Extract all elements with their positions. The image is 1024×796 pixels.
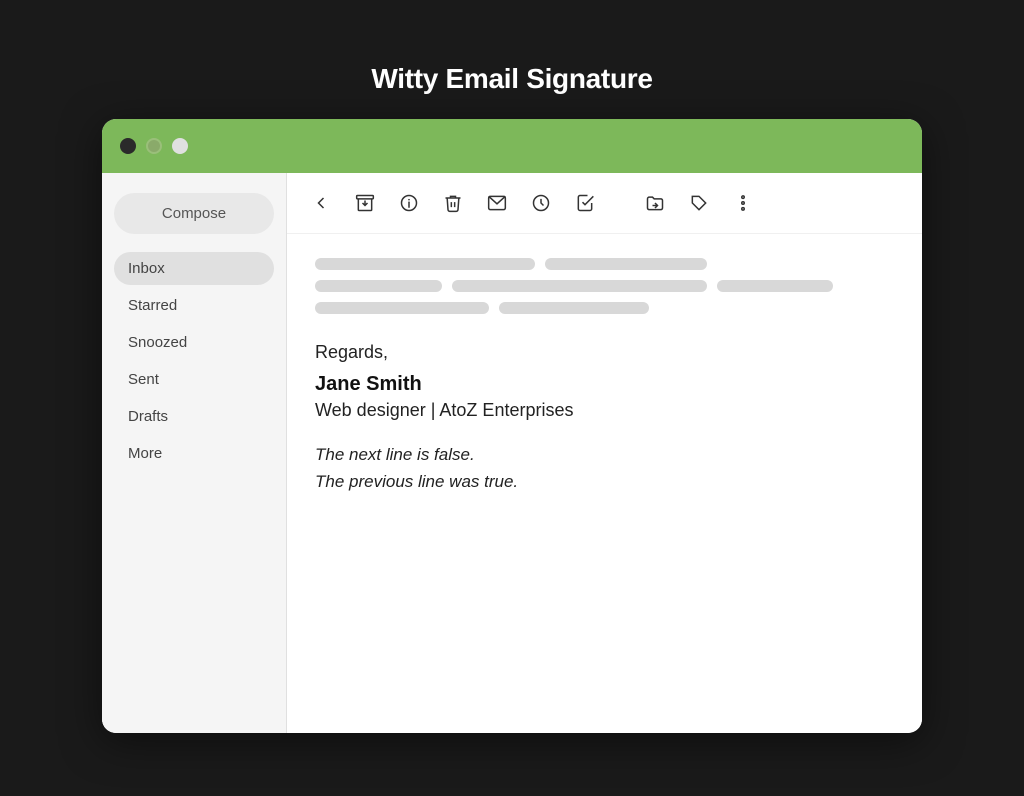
info-icon[interactable] [395,189,423,217]
signature-title: Web designer | AtoZ Enterprises [315,400,894,421]
archive-icon[interactable] [351,189,379,217]
trash-icon[interactable] [439,189,467,217]
move-folder-icon[interactable] [641,189,669,217]
paradox-text: The next line is false. The previous lin… [315,441,894,495]
close-button[interactable] [120,138,136,154]
label-icon[interactable] [685,189,713,217]
minimize-button[interactable] [146,138,162,154]
maximize-button[interactable] [172,138,188,154]
sidebar: Compose Inbox Starred Snoozed Sent Draft… [102,173,287,733]
compose-button[interactable]: Compose [114,193,274,234]
skeleton-line [315,280,442,292]
skeleton-line [315,302,489,314]
sidebar-item-sent[interactable]: Sent [114,363,274,396]
toolbar [287,173,922,234]
client-body: Compose Inbox Starred Snoozed Sent Draft… [102,173,922,733]
outer-wrapper: Witty Email Signature Compose Inbox Star… [102,63,922,733]
email-client: Compose Inbox Starred Snoozed Sent Draft… [102,119,922,733]
content-area: Regards, Jane Smith Web designer | AtoZ … [287,173,922,733]
sidebar-item-inbox[interactable]: Inbox [114,252,274,285]
email-signature: Regards, Jane Smith Web designer | AtoZ … [315,342,894,495]
title-bar [102,119,922,173]
sidebar-item-more[interactable]: More [114,437,274,470]
email-body: Regards, Jane Smith Web designer | AtoZ … [287,234,922,733]
clock-icon[interactable] [527,189,555,217]
mail-icon[interactable] [483,189,511,217]
back-arrow-icon[interactable] [307,189,335,217]
more-menu-icon[interactable] [729,189,757,217]
email-skeleton [315,258,894,314]
sidebar-item-starred[interactable]: Starred [114,289,274,322]
skeleton-line [315,258,535,270]
task-icon[interactable] [571,189,599,217]
skeleton-line [545,258,707,270]
skeleton-line [499,302,650,314]
signature-name: Jane Smith [315,373,894,396]
skeleton-line [452,280,707,292]
sidebar-item-snoozed[interactable]: Snoozed [114,326,274,359]
sidebar-item-drafts[interactable]: Drafts [114,400,274,433]
page-title: Witty Email Signature [371,63,652,95]
skeleton-line [717,280,833,292]
regards-text: Regards, [315,342,894,363]
